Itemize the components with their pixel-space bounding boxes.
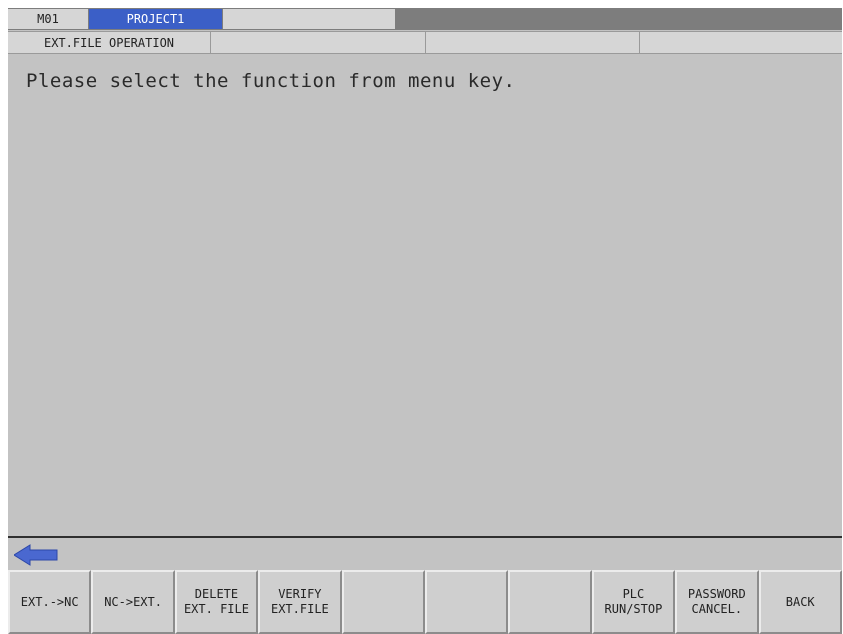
instruction-message: Please select the function from menu key… [26,70,516,92]
menu-key-blank-6[interactable] [424,570,509,634]
left-arrow-icon[interactable] [14,544,58,566]
menu-key-nc-to-ext[interactable]: NC->EXT. [91,570,175,634]
menu-key-password-cancel[interactable]: PASSWORD CANCEL. [675,570,759,634]
menu-key-delete-ext-file[interactable]: DELETE EXT. FILE [174,570,259,634]
screen-title: EXT.FILE OPERATION [8,32,211,53]
menu-key-row: EXT.->NC NC->EXT. DELETE EXT. FILE VERIF… [8,570,842,634]
subheader-field-2 [211,32,426,53]
subheader-bar: EXT.FILE OPERATION [8,31,842,54]
menu-key-blank-7[interactable] [508,570,592,634]
subheader-field-3 [426,32,640,53]
project-tab[interactable]: PROJECT1 [89,9,222,29]
menu-nav-bar [8,538,842,570]
menu-key-back[interactable]: BACK [758,570,842,634]
menu-key-plc-run-stop[interactable]: PLC RUN/STOP [591,570,676,634]
menu-key-ext-to-nc[interactable]: EXT.->NC [8,570,92,634]
menu-key-verify-ext-file[interactable]: VERIFY EXT.FILE [258,570,342,634]
nc-screen: M01 PROJECT1 EXT.FILE OPERATION Please s… [8,8,842,634]
header-bar: M01 PROJECT1 [8,8,842,30]
header-blank-field [223,9,395,29]
menu-key-blank-5[interactable] [341,570,425,634]
machine-label: M01 [8,9,88,29]
subheader-field-4 [640,32,841,53]
